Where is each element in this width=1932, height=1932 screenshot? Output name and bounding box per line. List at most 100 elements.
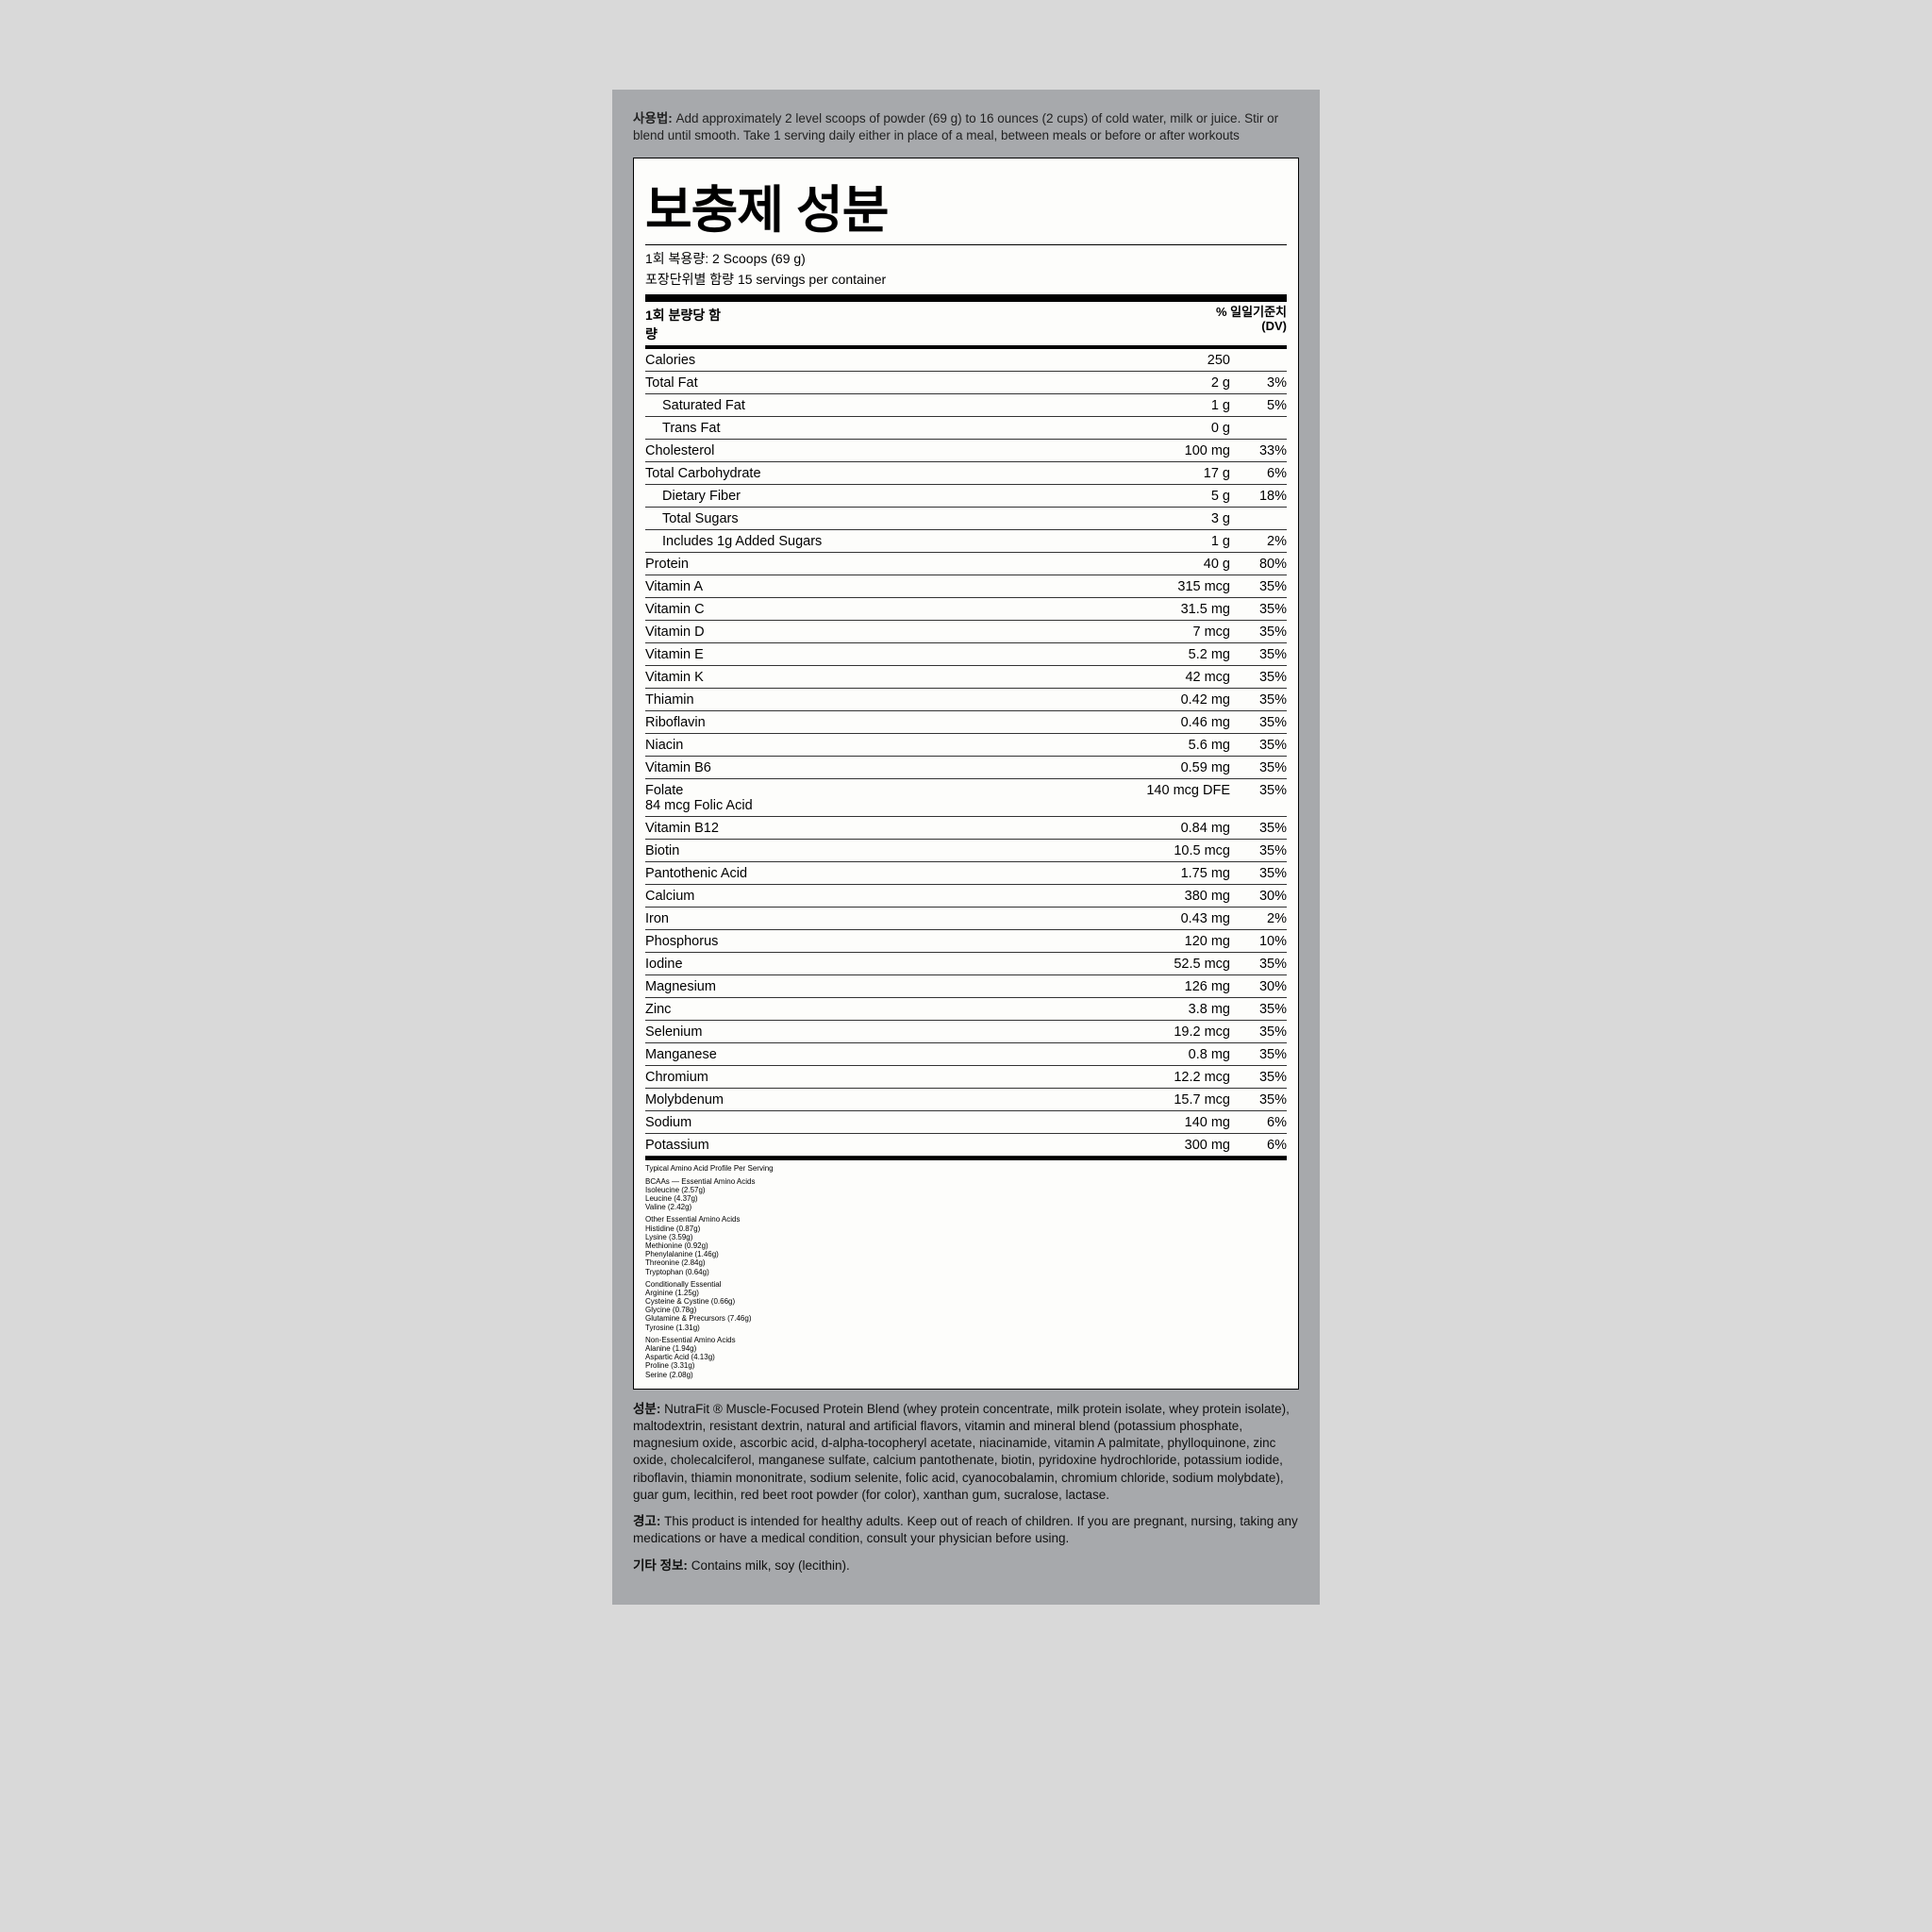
usage-paragraph: 사용법: Add approximately 2 level scoops of… bbox=[633, 110, 1299, 144]
servings-per-line: 포장단위별 함량 15 servings per container bbox=[645, 270, 1287, 289]
nutrient-dv: 35% bbox=[1230, 957, 1287, 972]
amino-item: Isoleucine (2.57g) bbox=[645, 1186, 1287, 1194]
nutrient-dv: 35% bbox=[1230, 1070, 1287, 1085]
amino-item: Threonine (2.84g) bbox=[645, 1258, 1287, 1267]
nutrient-name: Thiamin bbox=[645, 692, 1117, 708]
nutrient-dv: 35% bbox=[1230, 647, 1287, 662]
nutrient-row: Magnesium126 mg30% bbox=[645, 975, 1287, 998]
nutrient-amount: 315 mcg bbox=[1117, 579, 1230, 594]
nutrient-name: Vitamin C bbox=[645, 602, 1117, 617]
nutrient-name: Total Carbohydrate bbox=[645, 466, 1117, 481]
nutrient-amount: 0.84 mg bbox=[1117, 821, 1230, 836]
nutrient-amount: 380 mg bbox=[1117, 889, 1230, 904]
nutrient-row: Dietary Fiber5 g18% bbox=[645, 485, 1287, 508]
nutrient-dv: 33% bbox=[1230, 443, 1287, 458]
nutrient-row: Protein40 g80% bbox=[645, 553, 1287, 575]
nutrient-name: Sodium bbox=[645, 1115, 1117, 1130]
nutrient-row: Vitamin A315 mcg35% bbox=[645, 575, 1287, 598]
serving-size-line: 1회 복용량: 2 Scoops (69 g) bbox=[645, 249, 1287, 268]
nutrient-row: Vitamin B120.84 mg35% bbox=[645, 817, 1287, 840]
nutrient-name: Vitamin D bbox=[645, 625, 1117, 640]
nutrient-name: Phosphorus bbox=[645, 934, 1117, 949]
col-left: 1회 분량당 함량 bbox=[645, 306, 730, 343]
ingredients-paragraph: 성분: NutraFit ® Muscle-Focused Protein Bl… bbox=[633, 1401, 1299, 1504]
nutrient-name: Saturated Fat bbox=[645, 398, 1117, 413]
amino-group: Other Essential Amino AcidsHistidine (0.… bbox=[645, 1215, 1287, 1275]
other-info-label: 기타 정보: bbox=[633, 1558, 688, 1573]
amino-group: Non-Essential Amino AcidsAlanine (1.94g)… bbox=[645, 1336, 1287, 1379]
nutrient-row: Cholesterol100 mg33% bbox=[645, 440, 1287, 462]
column-header-row: 1회 분량당 함량 % 일일기준치 (DV) bbox=[645, 302, 1287, 349]
nutrient-dv: 3% bbox=[1230, 375, 1287, 391]
amino-item: Alanine (1.94g) bbox=[645, 1344, 1287, 1353]
nutrient-row: Manganese0.8 mg35% bbox=[645, 1043, 1287, 1066]
other-info-paragraph: 기타 정보: Contains milk, soy (lecithin). bbox=[633, 1557, 1299, 1574]
amino-header: Typical Amino Acid Profile Per Serving bbox=[645, 1164, 1287, 1173]
amino-group-title: Conditionally Essential bbox=[645, 1280, 1287, 1289]
nutrient-amount: 3.8 mg bbox=[1117, 1002, 1230, 1017]
nutrient-row: Vitamin E5.2 mg35% bbox=[645, 643, 1287, 666]
nutrient-name: Selenium bbox=[645, 1024, 1117, 1040]
nutrient-amount: 3 g bbox=[1117, 511, 1230, 526]
nutrient-amount: 1 g bbox=[1117, 534, 1230, 549]
amino-item: Arginine (1.25g) bbox=[645, 1289, 1287, 1297]
nutrient-amount: 0.46 mg bbox=[1117, 715, 1230, 730]
nutrient-name: Protein bbox=[645, 557, 1117, 572]
nutrient-dv: 2% bbox=[1230, 534, 1287, 549]
warning-text: This product is intended for healthy adu… bbox=[633, 1514, 1298, 1545]
nutrient-amount: 0.59 mg bbox=[1117, 760, 1230, 775]
nutrient-name: Total Sugars bbox=[645, 511, 1117, 526]
nutrient-name: Riboflavin bbox=[645, 715, 1117, 730]
nutrient-name: Chromium bbox=[645, 1070, 1117, 1085]
nutrient-name: Pantothenic Acid bbox=[645, 866, 1117, 881]
amino-group: Conditionally EssentialArginine (1.25g)C… bbox=[645, 1280, 1287, 1332]
nutrient-amount: 100 mg bbox=[1117, 443, 1230, 458]
nutrient-row: Total Sugars3 g bbox=[645, 508, 1287, 530]
nutrient-name: Trans Fat bbox=[645, 421, 1117, 436]
nutrient-name: Folate 84 mcg Folic Acid bbox=[645, 783, 1117, 813]
nutrient-name: Biotin bbox=[645, 843, 1117, 858]
nutrient-amount: 1 g bbox=[1117, 398, 1230, 413]
nutrient-row: Phosphorus120 mg10% bbox=[645, 930, 1287, 953]
nutrient-dv: 35% bbox=[1230, 783, 1287, 798]
nutrient-dv: 80% bbox=[1230, 557, 1287, 572]
nutrient-row: Iodine52.5 mcg35% bbox=[645, 953, 1287, 975]
amino-group-title: Non-Essential Amino Acids bbox=[645, 1336, 1287, 1344]
nutrient-name: Calories bbox=[645, 353, 1117, 368]
nutrient-name: Dietary Fiber bbox=[645, 489, 1117, 504]
nutrient-amount: 0.42 mg bbox=[1117, 692, 1230, 708]
nutrient-dv: 6% bbox=[1230, 466, 1287, 481]
nutrient-amount: 5.6 mg bbox=[1117, 738, 1230, 753]
footer-info: 성분: NutraFit ® Muscle-Focused Protein Bl… bbox=[633, 1401, 1299, 1574]
nutrient-amount: 40 g bbox=[1117, 557, 1230, 572]
amino-profile: Typical Amino Acid Profile Per ServingBC… bbox=[645, 1160, 1287, 1380]
nutrient-dv: 10% bbox=[1230, 934, 1287, 949]
nutrient-amount: 42 mcg bbox=[1117, 670, 1230, 685]
nutrient-amount: 1.75 mg bbox=[1117, 866, 1230, 881]
nutrient-dv: 6% bbox=[1230, 1138, 1287, 1153]
serving-size-label: 1회 복용량: bbox=[645, 251, 712, 266]
nutrient-amount: 300 mg bbox=[1117, 1138, 1230, 1153]
nutrient-amount: 7 mcg bbox=[1117, 625, 1230, 640]
nutrient-row: Sodium140 mg6% bbox=[645, 1111, 1287, 1134]
nutrient-row: Thiamin0.42 mg35% bbox=[645, 689, 1287, 711]
nutrient-name: Cholesterol bbox=[645, 443, 1117, 458]
nutrient-amount: 250 bbox=[1117, 353, 1230, 368]
nutrient-row: Saturated Fat1 g5% bbox=[645, 394, 1287, 417]
nutrient-dv: 35% bbox=[1230, 843, 1287, 858]
nutrient-dv: 35% bbox=[1230, 821, 1287, 836]
amino-item: Glycine (0.78g) bbox=[645, 1306, 1287, 1314]
nutrient-amount: 140 mg bbox=[1117, 1115, 1230, 1130]
amino-item: Aspartic Acid (4.13g) bbox=[645, 1353, 1287, 1361]
nutrient-row: Molybdenum15.7 mcg35% bbox=[645, 1089, 1287, 1111]
nutrient-name: Calcium bbox=[645, 889, 1117, 904]
nutrient-amount: 0.8 mg bbox=[1117, 1047, 1230, 1062]
supplement-panel: 사용법: Add approximately 2 level scoops of… bbox=[612, 90, 1320, 1605]
nutrient-dv: 5% bbox=[1230, 398, 1287, 413]
nutrient-row: Calories250 bbox=[645, 349, 1287, 372]
amino-item: Proline (3.31g) bbox=[645, 1361, 1287, 1370]
nutrient-dv: 35% bbox=[1230, 692, 1287, 708]
nutrient-amount: 120 mg bbox=[1117, 934, 1230, 949]
thick-rule bbox=[645, 294, 1287, 302]
amino-group-title: Other Essential Amino Acids bbox=[645, 1215, 1287, 1224]
